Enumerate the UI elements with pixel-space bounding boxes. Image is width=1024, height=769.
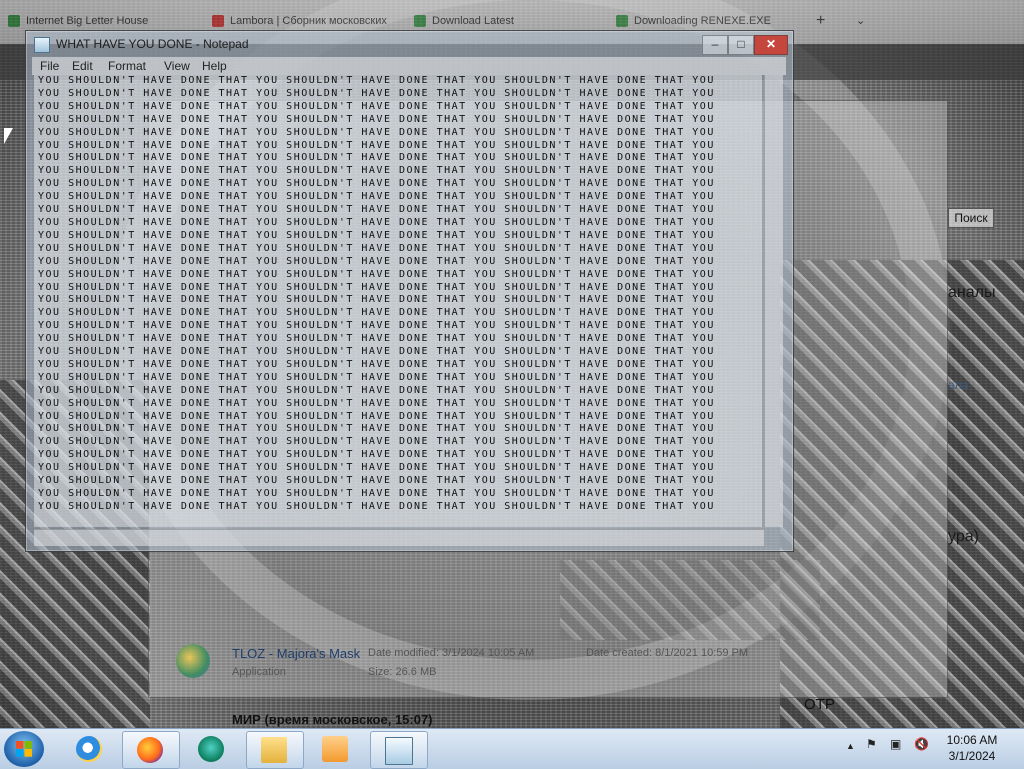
- text-line: YOU SHOULDN'T HAVE DONE THAT YOU SHOULDN…: [38, 333, 715, 345]
- text-line: YOU SHOULDN'T HAVE DONE THAT YOU SHOULDN…: [38, 113, 715, 125]
- text-line: YOU SHOULDN'T HAVE DONE THAT YOU SHOULDN…: [38, 191, 715, 203]
- browser-tab-title: Internet Big Letter House: [26, 15, 149, 27]
- browser-tab-title: Downloading RENEXE.EXE: [634, 15, 771, 27]
- internet-explorer-icon: [76, 736, 102, 762]
- file-explorer-icon: [261, 737, 287, 763]
- text-line: YOU SHOULDN'T HAVE DONE THAT YOU SHOULDN…: [38, 397, 715, 409]
- text-line: YOU SHOULDN'T HAVE DONE THAT YOU SHOULDN…: [38, 100, 715, 112]
- start-button[interactable]: [4, 731, 44, 767]
- browser-tab-title: Lambora | Сборник московских: [230, 15, 387, 27]
- taskbar: ▲ ⚑ ▣ 🔇 10:06 AM 3/1/2024: [0, 728, 1024, 769]
- page-text: ура): [948, 528, 979, 545]
- text-line: YOU SHOULDN'T HAVE DONE THAT YOU SHOULDN…: [38, 294, 715, 306]
- file-type: Application: [232, 666, 286, 678]
- text-line: YOU SHOULDN'T HAVE DONE THAT YOU SHOULDN…: [38, 229, 715, 241]
- text-line: YOU SHOULDN'T HAVE DONE THAT YOU SHOULDN…: [38, 462, 715, 474]
- favicon-icon: [616, 15, 628, 27]
- minimize-button[interactable]: –: [702, 35, 728, 55]
- text-line: YOU SHOULDN'T HAVE DONE THAT YOU SHOULDN…: [38, 384, 715, 396]
- news-headline: МИР (время московское, 15:07): [232, 712, 433, 727]
- search-button[interactable]: Поиск: [948, 208, 994, 228]
- menu-file[interactable]: File: [40, 59, 59, 73]
- text-line: YOU SHOULDN'T HAVE DONE THAT YOU SHOULDN…: [38, 500, 715, 512]
- taskbar-firefox-button[interactable]: [122, 731, 180, 769]
- text-line: YOU SHOULDN'T HAVE DONE THAT YOU SHOULDN…: [38, 320, 715, 332]
- edge-icon: [198, 736, 224, 762]
- file-list-item[interactable]: TLOZ - Majora's Mask Application Date mo…: [170, 640, 770, 682]
- menu-help[interactable]: Help: [202, 59, 227, 73]
- game-icon: [176, 644, 210, 678]
- taskbar-internet-explorer-button[interactable]: [62, 731, 118, 767]
- network-icon[interactable]: ▣: [890, 737, 901, 751]
- page-text: аналы: [948, 284, 996, 301]
- text-line: YOU SHOULDN'T HAVE DONE THAT YOU SHOULDN…: [38, 358, 715, 370]
- clock-date: 3/1/2024: [948, 749, 996, 763]
- file-date-modified: Date modified: 3/1/2024 10:05 AM: [368, 647, 535, 659]
- action-center-flag-icon[interactable]: ⚑: [866, 737, 877, 751]
- close-button[interactable]: ✕: [754, 35, 788, 55]
- notepad-icon: [34, 37, 50, 53]
- browser-tab-title: Download Latest: [432, 15, 514, 27]
- file-date-created: Date created: 8/1/2021 10:59 PM: [586, 647, 749, 659]
- text-line: YOU SHOULDN'T HAVE DONE THAT YOU SHOULDN…: [38, 204, 715, 216]
- text-line: YOU SHOULDN'T HAVE DONE THAT YOU SHOULDN…: [38, 242, 715, 254]
- taskbar-notepad-button[interactable]: [370, 731, 428, 769]
- text-line: YOU SHOULDN'T HAVE DONE THAT YOU SHOULDN…: [38, 139, 715, 151]
- notepad-icon: [385, 737, 413, 765]
- taskbar-edge-button[interactable]: [184, 731, 240, 767]
- file-name: TLOZ - Majora's Mask: [232, 646, 361, 661]
- text-line: YOU SHOULDN'T HAVE DONE THAT YOU SHOULDN…: [38, 75, 715, 86]
- taskbar-media-player-button[interactable]: [308, 731, 364, 767]
- file-size: Size: 26.6 MB: [368, 666, 437, 678]
- browser-tab[interactable]: Download Latest: [410, 10, 622, 32]
- clock-time: 10:06 AM: [946, 733, 998, 747]
- text-line: YOU SHOULDN'T HAVE DONE THAT YOU SHOULDN…: [38, 178, 715, 190]
- notepad-window: WHAT HAVE YOU DONE - Notepad – □ ✕ File …: [25, 30, 794, 552]
- new-tab-button[interactable]: +: [812, 10, 836, 32]
- text-line: YOU SHOULDN'T HAVE DONE THAT YOU SHOULDN…: [38, 423, 715, 435]
- menu-view[interactable]: View: [164, 59, 190, 73]
- browser-tab[interactable]: Internet Big Letter House: [4, 10, 216, 32]
- favicon-icon: [8, 15, 20, 27]
- vertical-scrollbar[interactable]: [764, 75, 783, 527]
- browser-tab[interactable]: Downloading RENEXE.EXE: [612, 10, 814, 32]
- menu-bar: File Edit Format View Help: [32, 57, 786, 75]
- mouse-cursor-icon: [4, 128, 13, 144]
- text-line: YOU SHOULDN'T HAVE DONE THAT YOU SHOULDN…: [38, 346, 715, 358]
- window-title: WHAT HAVE YOU DONE - Notepad: [56, 37, 249, 51]
- text-editor-area[interactable]: YOU SHOULDN'T HAVE DONE THAT YOU SHOULDN…: [34, 75, 762, 527]
- media-player-icon: [322, 736, 348, 762]
- show-hidden-icons-button[interactable]: ▲: [846, 741, 855, 751]
- text-line: YOU SHOULDN'T HAVE DONE THAT YOU SHOULDN…: [38, 165, 715, 177]
- text-line: YOU SHOULDN'T HAVE DONE THAT YOU SHOULDN…: [38, 307, 715, 319]
- text-line: YOU SHOULDN'T HAVE DONE THAT YOU SHOULDN…: [38, 216, 715, 228]
- favicon-icon: [414, 15, 426, 27]
- favicon-icon: [212, 15, 224, 27]
- text-line: YOU SHOULDN'T HAVE DONE THAT YOU SHOULDN…: [38, 87, 715, 99]
- browser-tab[interactable]: Lambora | Сборник московских: [208, 10, 420, 32]
- text-line: YOU SHOULDN'T HAVE DONE THAT YOU SHOULDN…: [38, 281, 715, 293]
- text-line: YOU SHOULDN'T HAVE DONE THAT YOU SHOULDN…: [38, 268, 715, 280]
- horizontal-scrollbar[interactable]: [34, 529, 764, 546]
- text-line: YOU SHOULDN'T HAVE DONE THAT YOU SHOULDN…: [38, 152, 715, 164]
- menu-format[interactable]: Format: [108, 59, 146, 73]
- menu-edit[interactable]: Edit: [72, 59, 93, 73]
- text-line: YOU SHOULDN'T HAVE DONE THAT YOU SHOULDN…: [38, 126, 715, 138]
- volume-muted-icon[interactable]: 🔇: [914, 737, 929, 751]
- text-line: YOU SHOULDN'T HAVE DONE THAT YOU SHOULDN…: [38, 488, 715, 499]
- system-clock[interactable]: 10:06 AM 3/1/2024: [942, 732, 1002, 764]
- text-line: YOU SHOULDN'T HAVE DONE THAT YOU SHOULDN…: [38, 410, 715, 422]
- text-line: YOU SHOULDN'T HAVE DONE THAT YOU SHOULDN…: [38, 371, 715, 383]
- chevron-down-icon[interactable]: ⌄: [852, 10, 876, 32]
- maximize-button[interactable]: □: [728, 35, 754, 55]
- text-line: YOU SHOULDN'T HAVE DONE THAT YOU SHOULDN…: [38, 255, 715, 267]
- page-link[interactable]: ала: [948, 378, 968, 392]
- text-line: YOU SHOULDN'T HAVE DONE THAT YOU SHOULDN…: [38, 475, 715, 487]
- taskbar-file-explorer-button[interactable]: [246, 731, 304, 769]
- text-line: YOU SHOULDN'T HAVE DONE THAT YOU SHOULDN…: [38, 436, 715, 448]
- firefox-icon: [137, 737, 163, 763]
- text-line: YOU SHOULDN'T HAVE DONE THAT YOU SHOULDN…: [38, 449, 715, 461]
- channel-name: ОТР: [804, 696, 835, 713]
